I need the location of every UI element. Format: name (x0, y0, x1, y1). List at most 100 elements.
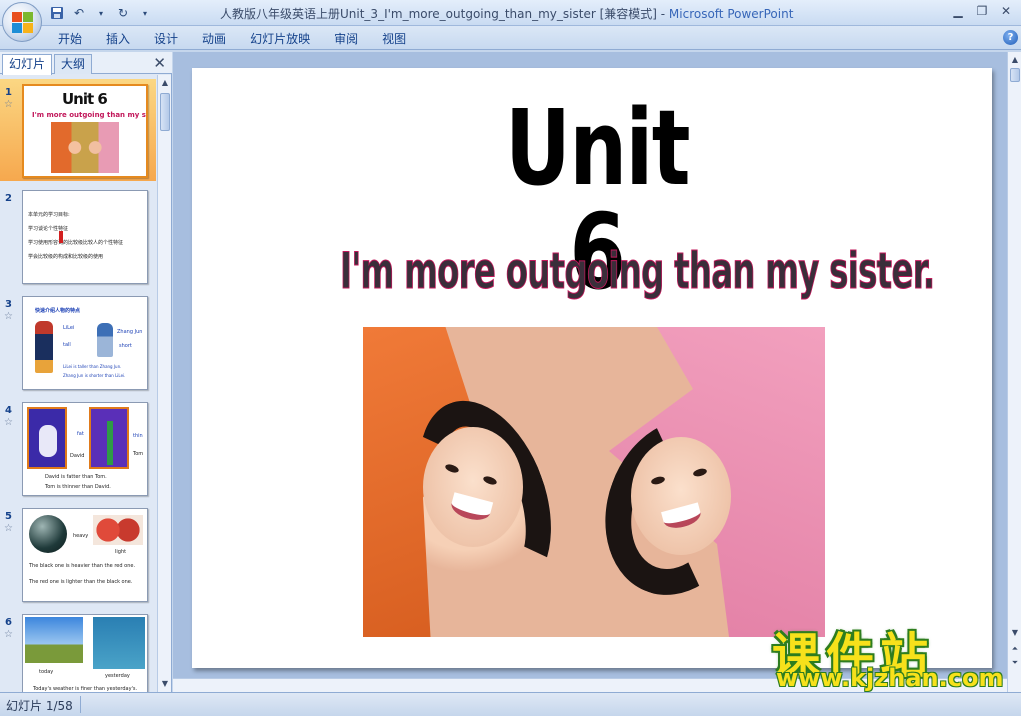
rainy-sky-icon (93, 617, 145, 669)
slide-preview: fat thin David Tom David is fatter than … (22, 402, 148, 496)
ribbon-tabs: 开始 插入 设计 动画 幻灯片放映 审阅 视图 (46, 30, 418, 48)
slide-number: 6 (5, 617, 12, 628)
customize-qat-icon[interactable]: ▾ (136, 4, 154, 22)
slide-counter: 幻灯片 1/58 (6, 699, 73, 713)
thumb-line: Tom is thinner than David. (45, 484, 111, 490)
thumb-line: tall (63, 342, 71, 348)
picture-fat-icon (27, 407, 67, 469)
tab-slide-show[interactable]: 幻灯片放映 (238, 30, 322, 48)
app-name: Microsoft PowerPoint (668, 7, 794, 21)
picture-thin-icon (89, 407, 129, 469)
animation-star-icon: ☆ (4, 417, 13, 428)
slide-thumbnail-2[interactable]: 2 本单元的学习目标: 学习谈论个性特征 学习使用形容词的比较级比较人的个性特征… (0, 185, 156, 287)
thumb-line: yesterday (105, 673, 130, 679)
dropdown-icon[interactable]: ▾ (92, 4, 110, 22)
black-ball-icon (29, 515, 67, 553)
thumb-line: heavy (73, 533, 89, 539)
scrollbar-thumb[interactable] (160, 93, 170, 131)
help-icon[interactable]: ? (1003, 30, 1018, 45)
thumb-line: today (39, 669, 54, 675)
save-icon[interactable] (48, 4, 66, 22)
animation-star-icon: ☆ (4, 629, 13, 640)
slide-preview: today yesterday Today's weather is finer… (22, 614, 148, 692)
slide-editor: Unit 6 I'm more outgoing than my sister.… (173, 52, 1021, 692)
slide-number: 5 (5, 511, 12, 522)
minimize-icon[interactable]: ▁ (947, 2, 969, 20)
current-slide[interactable]: Unit 6 I'm more outgoing than my sister. (192, 68, 992, 668)
thumb-line: short (119, 343, 132, 349)
undo-icon[interactable]: ↶ (70, 4, 88, 22)
tab-slides[interactable]: 幻灯片 (2, 54, 53, 75)
watermark-url: www.kjzhan.com (776, 664, 1004, 692)
slide-number: 2 (5, 193, 12, 204)
previous-slide-icon[interactable]: ⏶ (1010, 644, 1020, 654)
document-title: 人教版八年级英语上册Unit_3_I'm_more_outgoing_than_… (220, 7, 669, 21)
boy-figure-icon (35, 321, 53, 373)
face-left (423, 427, 523, 547)
thumb-line: LiLei (63, 325, 75, 331)
animation-star-icon: ☆ (4, 523, 13, 534)
thumb-line: 本单元的学习目标: (28, 212, 70, 218)
boy-figure-icon (97, 323, 113, 357)
thumb-line: 学习使用形容词的比较级比较人的个性特征 (28, 240, 124, 246)
slide-thumbnail-6[interactable]: 6 ☆ today yesterday Today's weather is f… (0, 609, 156, 692)
slide-thumbnail-4[interactable]: 4 ☆ fat thin David Tom David is fatter t… (0, 397, 156, 499)
thumb-line: 快速介绍人物的特点 (35, 308, 81, 314)
tab-review[interactable]: 审阅 (322, 30, 370, 48)
thumb-title: Unit 6 (62, 90, 108, 108)
scroll-down-icon[interactable]: ▼ (1010, 628, 1020, 637)
status-divider (80, 696, 81, 713)
slide-thumbnail-1[interactable]: 1 ☆ Unit 6 I'm more outgoing than my sis… (0, 79, 156, 181)
tab-outline[interactable]: 大纲 (54, 54, 93, 74)
slide-subtitle[interactable]: I'm more outgoing than my sister. (340, 246, 936, 297)
thumb-line: fat (77, 431, 84, 437)
close-pane-icon[interactable]: ✕ (153, 54, 166, 72)
red-arrow-icon (59, 231, 63, 243)
pane-tabs: 幻灯片 大纲 ✕ (0, 52, 172, 75)
scrollbar-thumb[interactable] (1010, 68, 1020, 82)
slide-thumbnail-5[interactable]: 5 ☆ heavy light The black one is heavier… (0, 503, 156, 605)
slides-pane-scrollbar[interactable]: ▲ ▼ (157, 75, 171, 692)
slide-preview: heavy light The black one is heavier tha… (22, 508, 148, 602)
office-logo-icon (12, 12, 34, 34)
face-right (631, 437, 731, 555)
slide-photo[interactable] (363, 327, 825, 637)
scroll-down-icon[interactable]: ▼ (160, 679, 170, 688)
thumb-line: thin (133, 433, 143, 439)
quick-access-toolbar: ↶ ▾ ↻ ▾ (48, 3, 154, 23)
tab-insert[interactable]: 插入 (94, 30, 142, 48)
slide-editor-vertical-scrollbar[interactable]: ▲ ▼ ⏶ ⏷ (1007, 52, 1021, 692)
office-button[interactable] (2, 2, 42, 42)
status-bar: 幻灯片 1/58 (0, 692, 1021, 716)
window-controls: ▁ ❐ ✕ (947, 2, 1017, 20)
slide-preview: 快速介绍人物的特点 LiLei Zhang Jun tall short LiL… (22, 296, 148, 390)
slide-number: 4 (5, 405, 12, 416)
slide-thumbnail-3[interactable]: 3 ☆ 快速介绍人物的特点 LiLei Zhang Jun tall short… (0, 291, 156, 393)
redo-icon[interactable]: ↻ (114, 4, 132, 22)
next-slide-icon[interactable]: ⏷ (1010, 658, 1020, 668)
thumb-line: Zhang Jun (117, 329, 143, 335)
thumb-line: The black one is heavier than the red on… (29, 563, 136, 569)
slide-preview: 本单元的学习目标: 学习谈论个性特征 学习使用形容词的比较级比较人的个性特征 学… (22, 190, 148, 284)
slides-pane: 幻灯片 大纲 ✕ 1 ☆ Unit 6 I'm more outgoing th… (0, 52, 172, 692)
window-title: 人教版八年级英语上册Unit_3_I'm_more_outgoing_than_… (220, 5, 820, 22)
thumb-line: The red one is lighter than the black on… (29, 579, 133, 585)
thumb-line: 学会比较级的构成和比较级的使用 (28, 254, 104, 260)
close-icon[interactable]: ✕ (995, 2, 1017, 20)
thumb-line: LiLei is taller than Zhang Jun. (63, 364, 122, 369)
tab-design[interactable]: 设计 (142, 30, 190, 48)
scroll-up-icon[interactable]: ▲ (160, 78, 170, 87)
ribbon: 开始 插入 设计 动画 幻灯片放映 审阅 视图 ? (0, 26, 1021, 50)
title-bar: ↶ ▾ ↻ ▾ 人教版八年级英语上册Unit_3_I'm_more_outgoi… (0, 0, 1021, 26)
scroll-up-icon[interactable]: ▲ (1010, 55, 1020, 64)
animation-star-icon: ☆ (4, 311, 13, 322)
slide-number: 3 (5, 299, 12, 310)
tab-view[interactable]: 视图 (370, 30, 418, 48)
thumb-photo (51, 122, 119, 173)
slide-thumbnails: 1 ☆ Unit 6 I'm more outgoing than my sis… (0, 75, 156, 692)
sunny-sky-icon (25, 617, 83, 663)
restore-icon[interactable]: ❐ (971, 2, 993, 20)
tab-animations[interactable]: 动画 (190, 30, 238, 48)
thumb-line: David is fatter than Tom. (45, 474, 107, 480)
tab-home[interactable]: 开始 (46, 30, 94, 48)
